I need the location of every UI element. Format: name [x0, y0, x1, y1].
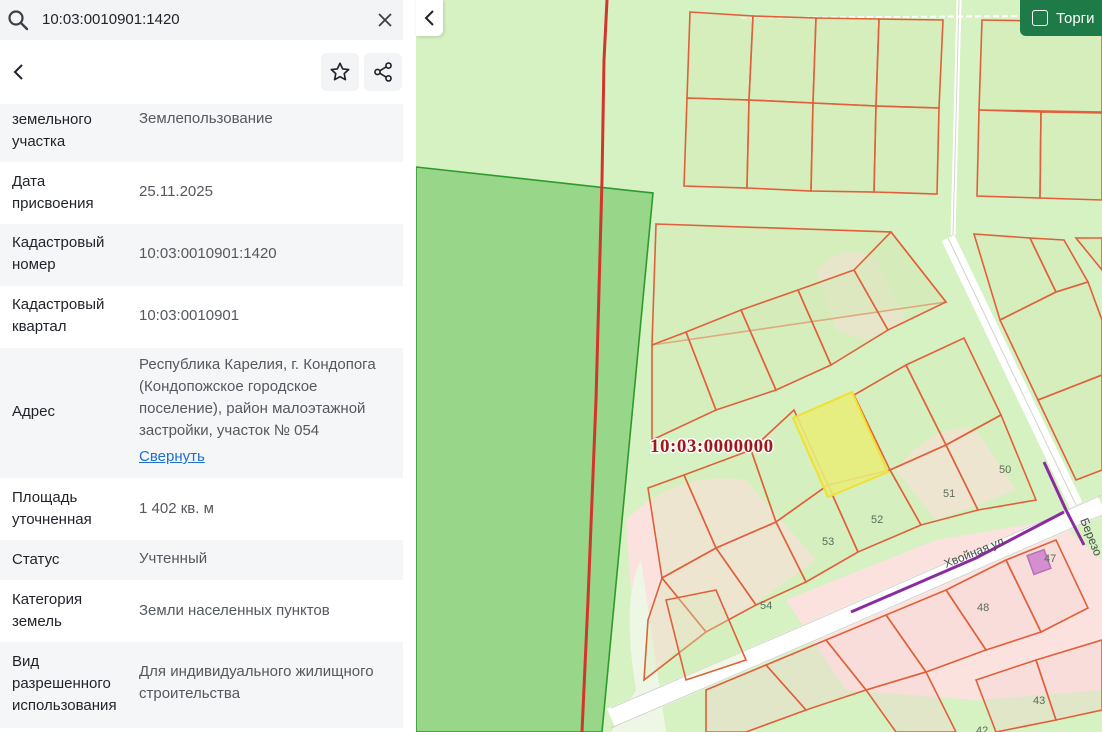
collapse-panel-button[interactable] — [416, 0, 443, 36]
panel-toolbar — [0, 40, 403, 104]
cadastral-map[interactable]: 50 51 52 53 54 48 47 43 42 Хвойная ул. Б… — [416, 0, 1102, 732]
detail-label: Статус — [12, 551, 60, 568]
detail-label: Адрес — [12, 403, 55, 420]
detail-value: 10:03:0010901:1420 — [139, 245, 277, 262]
plot-number-label: 42 — [976, 725, 988, 732]
plot-number-label: 51 — [943, 488, 955, 500]
details-list: земельного участка Землепользование Дата… — [0, 104, 403, 728]
detail-value: Республика Карелия, г. Кондопога (Кондоп… — [139, 356, 376, 439]
plot-number-label: 47 — [1044, 553, 1056, 565]
plot-number-label: 52 — [871, 514, 883, 526]
collapse-link[interactable]: Свернуть — [139, 446, 397, 468]
detail-value: 1 402 кв. м — [139, 500, 214, 517]
detail-row-category: Категория земель Земли населенных пункто… — [0, 580, 403, 642]
detail-row-area: Площадь уточненная 1 402 кв. м — [0, 478, 403, 540]
info-panel: земельного участка Землепользование Дата… — [0, 0, 416, 732]
search-bar — [0, 0, 403, 40]
detail-value: 25.11.2025 — [139, 183, 213, 200]
detail-row-cadastral-number: Кадастровый номер 10:03:0010901:1420 — [0, 224, 403, 286]
map-canvas[interactable]: 50 51 52 53 54 48 47 43 42 Хвойная ул. Б… — [416, 0, 1102, 732]
chevron-left-icon — [424, 10, 434, 26]
torgi-checkbox[interactable] — [1032, 10, 1048, 26]
detail-label: Дата присвоения — [12, 173, 94, 212]
favorite-button[interactable] — [321, 53, 359, 91]
share-button[interactable] — [364, 53, 402, 91]
detail-label: земельного участка — [12, 111, 92, 150]
plot-number-label: 54 — [760, 600, 772, 612]
detail-label: Вид разрешенного использования — [12, 653, 117, 714]
share-icon — [374, 62, 392, 82]
plot-number-label: 43 — [1033, 695, 1045, 707]
star-icon — [330, 62, 350, 81]
plot-number-label: 53 — [822, 536, 834, 548]
plot-number-label: 48 — [977, 602, 989, 614]
detail-value-wrap: Республика Карелия, г. Кондопога (Кондоп… — [139, 354, 397, 468]
detail-label: Кадастровый номер — [12, 234, 105, 273]
detail-label: Кадастровый квартал — [12, 296, 105, 335]
detail-label: Категория земель — [12, 591, 83, 630]
plot-grid-north — [683, 11, 1102, 201]
detail-row-address: Адрес Республика Карелия, г. Кондопога (… — [0, 348, 403, 478]
quarter-label: 10:03:0000000 — [650, 436, 774, 457]
detail-value: Земли населенных пунктов — [139, 602, 330, 619]
detail-row-cadastral-quarter: Кадастровый квартал 10:03:0010901 — [0, 286, 403, 348]
torgi-toggle[interactable]: Торги — [1020, 0, 1102, 36]
detail-row-status: Статус Учтенный — [0, 540, 403, 580]
detail-value: Землепользование — [139, 110, 273, 127]
search-input[interactable] — [42, 6, 362, 32]
torgi-label: Торги — [1056, 9, 1095, 27]
detail-row-type: земельного участка Землепользование — [0, 104, 403, 162]
detail-value: Учтенный — [139, 550, 208, 567]
back-button[interactable] — [0, 53, 38, 91]
chevron-left-icon — [13, 64, 23, 80]
detail-label: Площадь уточненная — [12, 489, 92, 528]
detail-value: Для индивидуального жилищного строительс… — [139, 663, 374, 702]
detail-value: 10:03:0010901 — [139, 307, 240, 324]
close-icon[interactable] — [375, 10, 395, 30]
detail-row-usage: Вид разрешенного использования Для индив… — [0, 642, 403, 728]
detail-row-date: Дата присвоения 25.11.2025 — [0, 162, 403, 224]
plot-number-label: 50 — [999, 464, 1011, 476]
search-icon[interactable] — [6, 8, 30, 32]
